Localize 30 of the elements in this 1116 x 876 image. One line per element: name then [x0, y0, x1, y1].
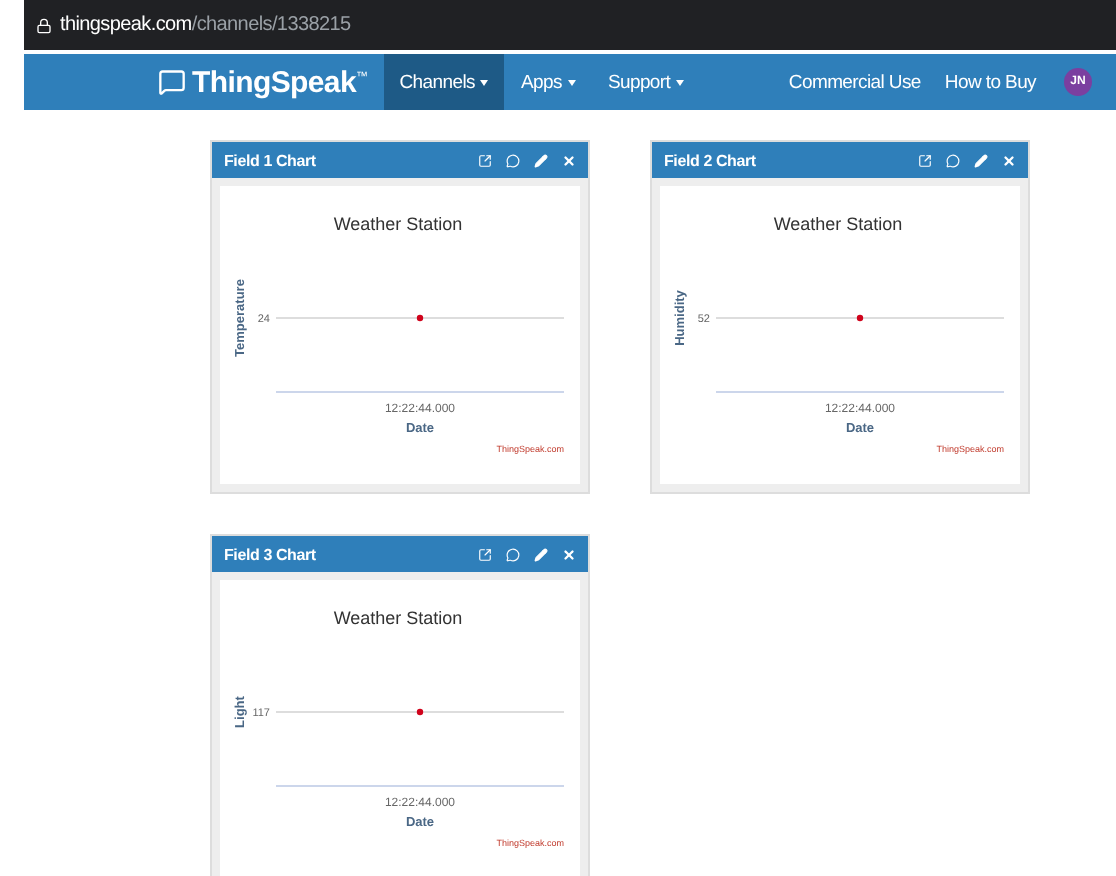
- nav-menu-item[interactable]: Support: [591, 54, 701, 110]
- nav-menu-item[interactable]: Channels: [383, 54, 505, 110]
- edit-icon[interactable]: [974, 153, 988, 167]
- edit-icon[interactable]: [534, 547, 548, 561]
- data-point: [416, 708, 424, 716]
- chart-title: Weather Station: [333, 608, 463, 628]
- logo-icon: [158, 68, 186, 96]
- close-icon[interactable]: [562, 153, 576, 167]
- card-title: Field 2 Chart: [664, 151, 758, 169]
- data-point: [856, 314, 864, 322]
- chart-title: Weather Station: [773, 214, 903, 234]
- lock-icon: [36, 17, 52, 33]
- external-link-icon[interactable]: [478, 547, 492, 561]
- external-link-icon[interactable]: [918, 153, 932, 167]
- card-title: Field 3 Chart: [224, 545, 318, 563]
- comment-icon[interactable]: [506, 153, 520, 167]
- external-link-icon[interactable]: [478, 153, 492, 167]
- nav-link[interactable]: Commercial Use: [776, 54, 933, 110]
- nav-link[interactable]: How to Buy: [932, 54, 1048, 110]
- comment-icon[interactable]: [946, 153, 960, 167]
- card-title: Field 1 Chart: [224, 151, 318, 169]
- brand-logo[interactable]: ThingSpeak$^{™}$: [192, 65, 368, 99]
- close-icon[interactable]: [1002, 153, 1016, 167]
- edit-icon[interactable]: [534, 153, 548, 167]
- comment-icon[interactable]: [506, 547, 520, 561]
- close-icon[interactable]: [562, 547, 576, 561]
- data-point: [416, 314, 424, 322]
- nav-menu-item[interactable]: Apps: [504, 54, 592, 110]
- address-field[interactable]: thingspeak.com/channels/1338215: [60, 14, 351, 36]
- chart-title: Weather Station: [333, 214, 463, 234]
